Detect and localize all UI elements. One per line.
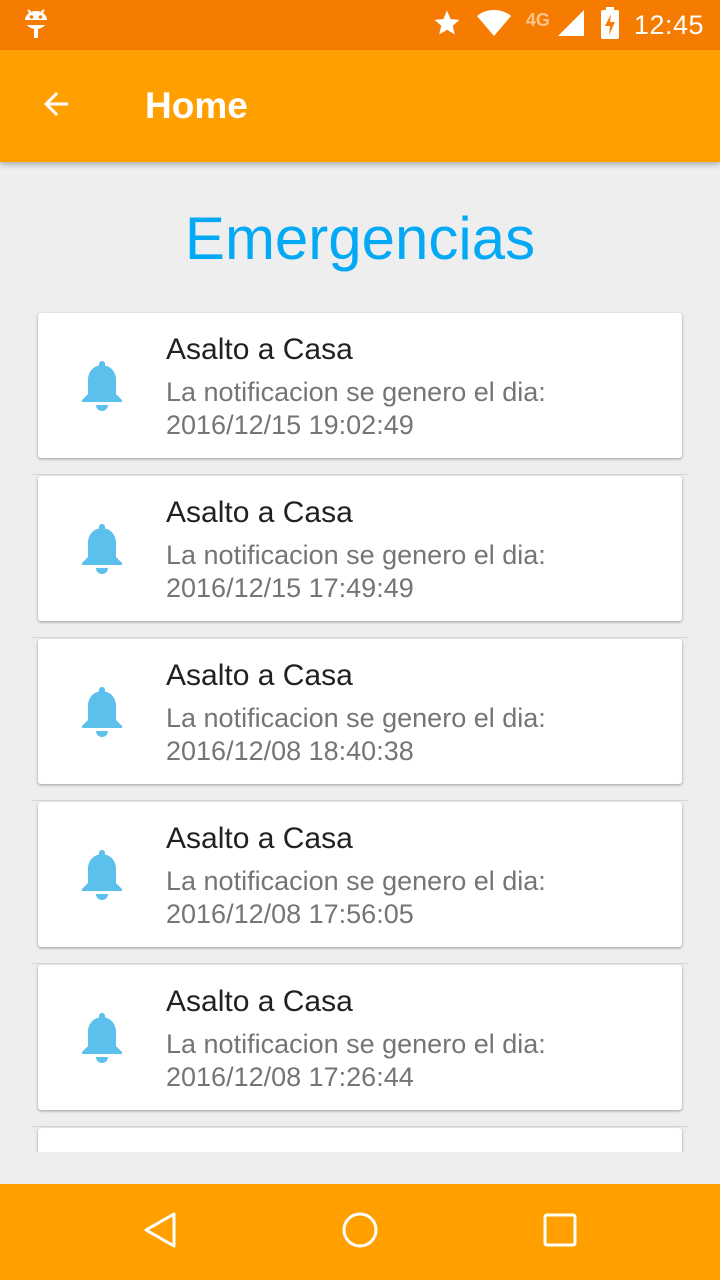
arrow-back-icon [38, 86, 74, 127]
back-button[interactable] [28, 78, 84, 134]
notification-message: La notificacion se genero el dia: [166, 377, 546, 407]
notification-card[interactable] [38, 1128, 682, 1152]
status-time: 12:45 [633, 9, 704, 40]
bell-icon [79, 848, 125, 902]
main-content: Emergencias Asalto a Casa La notificacio… [0, 162, 720, 1152]
nav-home-icon [340, 1210, 380, 1255]
notification-card[interactable]: Asalto a Casa La notificacion se genero … [38, 802, 682, 947]
list-item[interactable]: Asalto a Casa La notificacion se genero … [32, 964, 688, 1127]
star-icon [432, 8, 462, 43]
signal-icon [556, 8, 586, 43]
bell-icon [79, 522, 125, 576]
notification-card[interactable]: Asalto a Casa La notificacion se genero … [38, 476, 682, 621]
notification-timestamp: 2016/12/08 18:40:38 [166, 736, 414, 766]
nav-back-icon [140, 1210, 180, 1255]
bell-icon [79, 685, 125, 739]
android-debug-icon [22, 7, 50, 44]
app-bar-title: Home [145, 85, 248, 126]
notification-card[interactable]: Asalto a Casa La notificacion se genero … [38, 313, 682, 458]
notification-message: La notificacion se genero el dia: [166, 1029, 546, 1059]
notification-title: Asalto a Casa [166, 333, 353, 366]
notification-card[interactable]: Asalto a Casa La notificacion se genero … [38, 639, 682, 784]
list-item[interactable]: Asalto a Casa La notificacion se genero … [32, 638, 688, 801]
nav-recents-icon [542, 1212, 578, 1253]
notification-list[interactable]: Asalto a Casa La notificacion se genero … [32, 312, 688, 1152]
notification-text: La notificacion se genero el dia: 2016/1… [166, 376, 546, 442]
notification-timestamp: 2016/12/15 17:49:49 [166, 573, 414, 603]
list-item[interactable]: Asalto a Casa La notificacion se genero … [32, 312, 688, 475]
nav-recents-button[interactable] [530, 1202, 590, 1262]
notification-title: Asalto a Casa [166, 985, 353, 1018]
notification-text: La notificacion se genero el dia: 2016/1… [166, 539, 546, 605]
notification-timestamp: 2016/12/08 17:56:05 [166, 899, 414, 929]
notification-text: La notificacion se genero el dia: 2016/1… [166, 702, 546, 768]
notification-title: Asalto a Casa [166, 496, 353, 529]
notification-title: Asalto a Casa [166, 659, 353, 692]
bell-icon [79, 1011, 125, 1065]
notification-message: La notificacion se genero el dia: [166, 540, 546, 570]
bell-icon [79, 359, 125, 413]
nav-home-button[interactable] [330, 1202, 390, 1262]
notification-timestamp: 2016/12/08 17:26:44 [166, 1062, 414, 1092]
notification-title: Asalto a Casa [166, 822, 353, 855]
app-bar: Home [0, 50, 720, 162]
status-bar: 4G 12:45 [0, 0, 720, 50]
notification-text: La notificacion se genero el dia: 2016/1… [166, 865, 546, 931]
list-item[interactable]: Asalto a Casa La notificacion se genero … [32, 801, 688, 964]
list-item[interactable]: Asalto a Casa La notificacion se genero … [32, 475, 688, 638]
wifi-icon [476, 8, 512, 43]
notification-text: La notificacion se genero el dia: 2016/1… [166, 1028, 546, 1094]
notification-timestamp: 2016/12/15 19:02:49 [166, 410, 414, 440]
notification-card[interactable]: Asalto a Casa La notificacion se genero … [38, 965, 682, 1110]
notification-message: La notificacion se genero el dia: [166, 866, 546, 896]
notification-message: La notificacion se genero el dia: [166, 703, 546, 733]
navigation-bar [0, 1184, 720, 1280]
list-item[interactable] [32, 1127, 688, 1152]
battery-charging-icon [600, 6, 620, 44]
network-type-label: 4G [525, 9, 550, 30]
nav-back-button[interactable] [130, 1202, 190, 1262]
page-title: Emergencias [184, 205, 536, 272]
